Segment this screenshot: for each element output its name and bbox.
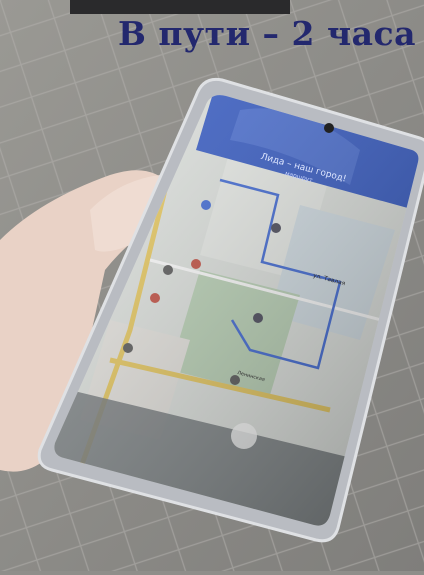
caption-title: В пути – 2 часа	[117, 14, 416, 53]
photo-scene: Лида – наш город! маршрут ул. Тавлая Лен…	[0, 0, 424, 571]
front-camera	[324, 123, 334, 133]
top-dark-object	[70, 0, 290, 14]
